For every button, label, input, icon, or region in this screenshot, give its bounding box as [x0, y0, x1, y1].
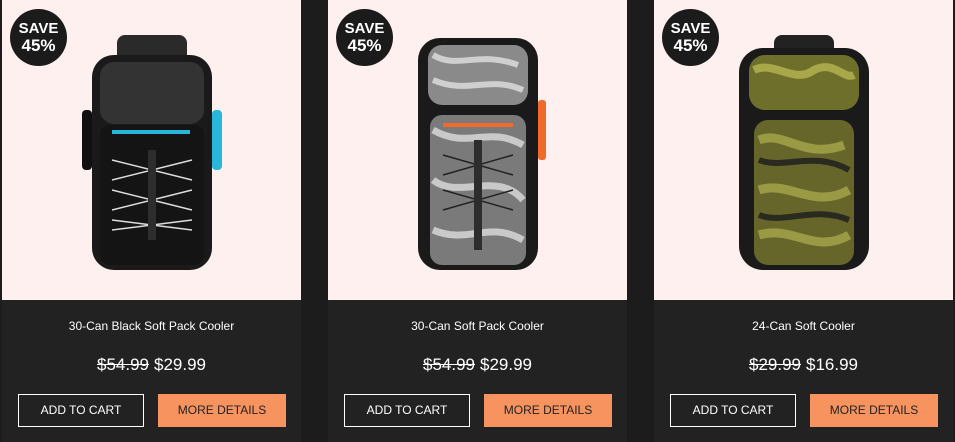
more-details-button[interactable]: MORE DETAILS [810, 394, 938, 427]
sale-price: $29.99 [154, 355, 206, 374]
badge-percent: 45% [21, 36, 56, 55]
add-to-cart-button[interactable]: ADD TO CART [344, 394, 470, 427]
product-price: $29.99 $16.99 [654, 355, 953, 375]
badge-save-text: SAVE [670, 20, 711, 37]
badge-percent: 45% [347, 36, 382, 55]
product-card: SAVE 45% 30-Can Soft Pack Cooler $54.99 $… [328, 0, 627, 442]
product-price: $54.99 $29.99 [328, 355, 627, 375]
add-to-cart-button[interactable]: ADD TO CART [670, 394, 796, 427]
badge-save-text: SAVE [344, 20, 385, 37]
product-title[interactable]: 24-Can Soft Cooler [654, 319, 953, 333]
badge-percent: 45% [673, 36, 708, 55]
product-card: SAVE 45% 24-Can Soft Cooler $29.99 $16.99… [654, 0, 953, 442]
old-price: $29.99 [749, 355, 801, 374]
sale-price: $16.99 [806, 355, 858, 374]
add-to-cart-button[interactable]: ADD TO CART [18, 394, 144, 427]
more-details-button[interactable]: MORE DETAILS [158, 394, 286, 427]
product-image-area[interactable]: SAVE 45% [654, 0, 953, 300]
product-title[interactable]: 30-Can Black Soft Pack Cooler [2, 319, 301, 333]
product-price: $54.99 $29.99 [2, 355, 301, 375]
product-image-area[interactable]: SAVE 45% [2, 0, 301, 300]
product-card: SAVE 45% 30-Can Black Soft Pack Cooler $… [2, 0, 301, 442]
old-price: $54.99 [97, 355, 149, 374]
more-details-button[interactable]: MORE DETAILS [484, 394, 612, 427]
sale-price: $29.99 [480, 355, 532, 374]
product-image-area[interactable]: SAVE 45% [328, 0, 627, 300]
black-backpack-cooler-icon [81, 35, 222, 270]
old-price: $54.99 [423, 355, 475, 374]
marble-backpack-cooler-icon [417, 38, 546, 270]
save-badge: SAVE 45% [662, 9, 719, 66]
camo-backpack-cooler-icon [738, 35, 869, 270]
save-badge: SAVE 45% [336, 9, 393, 66]
save-badge: SAVE 45% [10, 9, 67, 66]
product-title[interactable]: 30-Can Soft Pack Cooler [328, 319, 627, 333]
badge-save-text: SAVE [18, 20, 59, 37]
